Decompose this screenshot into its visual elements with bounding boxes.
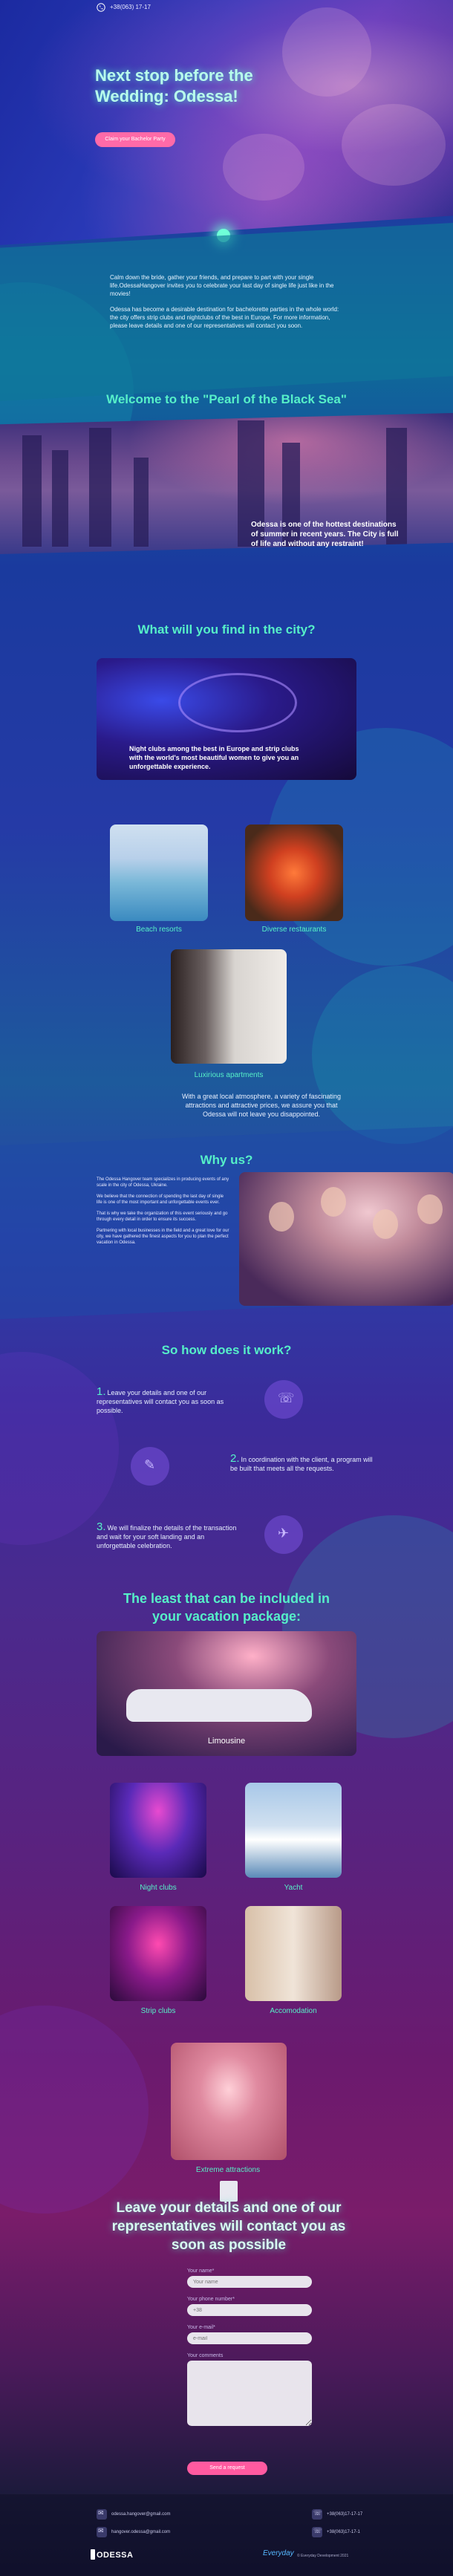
odessa-logo[interactable]: ODESSA bbox=[97, 2551, 133, 2560]
face-shape bbox=[321, 1187, 346, 1217]
why-paragraph: We believe that the connection of spendi… bbox=[97, 1194, 224, 1205]
tower-shape bbox=[89, 428, 111, 547]
send-request-button[interactable]: Send a request bbox=[187, 2462, 267, 2475]
pearl-text: Odessa is one of the hottest destination… bbox=[251, 521, 399, 548]
club-light-ring bbox=[178, 673, 297, 732]
program-icon: ✎ bbox=[131, 1447, 169, 1486]
footer-phone-2[interactable]: ☏ +38(063)17-17-1 bbox=[312, 2527, 360, 2537]
extreme-attractions-image bbox=[171, 2043, 287, 2160]
party-photo bbox=[239, 1172, 453, 1306]
accomodation-label: Accomodation bbox=[270, 2007, 317, 2015]
step-1: 1. Leave your details and one of our repr… bbox=[97, 1385, 245, 1415]
step-number: 1. bbox=[97, 1385, 106, 1398]
how-section-title: So how does it work? bbox=[161, 1343, 292, 1357]
night-clubs-image bbox=[110, 1783, 206, 1878]
extreme-attractions-label: Extreme attractions bbox=[195, 2166, 261, 2174]
header-phone[interactable]: +38(063) 17-17 bbox=[110, 4, 151, 10]
club-text: Night clubs among the best in Europe and… bbox=[129, 745, 299, 770]
hero-title: Next stop before the Wedding: Odessa! bbox=[95, 66, 253, 105]
page: +38(063) 17-17 Next stop before the Wedd… bbox=[0, 0, 453, 2576]
footer-phone-1[interactable]: ☏ +38(063)17-17-17 bbox=[312, 2509, 362, 2520]
beach-resorts-image bbox=[110, 824, 208, 921]
strip-clubs-label: Strip clubs bbox=[140, 2007, 176, 2015]
night-club-image: Night clubs among the best in Europe and… bbox=[97, 658, 356, 780]
step-text: In coordination with the client, a progr… bbox=[230, 1456, 373, 1472]
intro-text: Calm down the bride, gather your friends… bbox=[110, 273, 348, 337]
limousine-image: Limousine bbox=[97, 1631, 356, 1756]
pearl-section-title: Welcome to the "Pearl of the Black Sea" bbox=[106, 392, 347, 406]
decor-blob bbox=[0, 2006, 149, 2214]
phone-text[interactable]: +38(063)17-17-1 bbox=[327, 2530, 360, 2534]
footer-email-1[interactable]: ✉ odessa.hangover@gmail.com bbox=[97, 2509, 170, 2520]
comments-label: Your comments bbox=[187, 2353, 224, 2358]
email-text[interactable]: hangover.odessa@gmail.com bbox=[111, 2530, 170, 2534]
developer-logo[interactable]: Everyday bbox=[263, 2549, 294, 2557]
phone-text[interactable]: +38(063)17-17-17 bbox=[327, 2512, 362, 2517]
intro-paragraph: Calm down the bride, gather your friends… bbox=[110, 274, 334, 297]
face-shape bbox=[269, 1202, 294, 1232]
claim-party-button[interactable]: Claim your Bachelor Party bbox=[95, 132, 175, 147]
phone-label: Your phone number* bbox=[187, 2297, 235, 2302]
why-paragraph: Partnering with local businesses in the … bbox=[97, 1229, 229, 1245]
apartments-label: Luxirious apartments bbox=[194, 1071, 264, 1079]
atmosphere-text: With a great local atmosphere, a variety… bbox=[181, 1093, 342, 1118]
restaurants-label: Diverse restaurants bbox=[261, 926, 327, 934]
step-number: 2. bbox=[230, 1452, 240, 1465]
tower-shape bbox=[52, 450, 68, 547]
footer-email-2[interactable]: ✉ hangover.odessa@gmail.com bbox=[97, 2527, 170, 2537]
hero-section: +38(063) 17-17 Next stop before the Wedd… bbox=[0, 0, 453, 245]
name-label: Your name* bbox=[187, 2268, 215, 2274]
developer-credit: © Everyday Development 2021 bbox=[297, 2554, 349, 2558]
tower-shape bbox=[22, 435, 42, 547]
yacht-image bbox=[245, 1783, 342, 1878]
step-3: 3. We will finalize the details of the tr… bbox=[97, 1520, 245, 1550]
limo-shape bbox=[126, 1689, 312, 1722]
strip-clubs-image bbox=[110, 1906, 206, 2001]
face-shape bbox=[373, 1209, 398, 1239]
hero-crowd-shape bbox=[223, 134, 304, 201]
why-paragraph: The Odessa Hangover team specializes in … bbox=[97, 1177, 229, 1188]
email-label: Your e-mail* bbox=[187, 2325, 215, 2330]
phone-icon[interactable] bbox=[97, 3, 105, 12]
why-section-title: Why us? bbox=[200, 1153, 253, 1167]
restaurants-image bbox=[245, 824, 343, 921]
celebration-icon: ✈ bbox=[264, 1515, 303, 1554]
logo-icon bbox=[91, 2549, 95, 2560]
decor-blob bbox=[0, 1352, 119, 1545]
step-text: Leave your details and one of our repres… bbox=[97, 1389, 224, 1414]
accomodation-image bbox=[245, 1906, 342, 2001]
mail-icon: ✉ bbox=[97, 2527, 107, 2537]
yacht-label: Yacht bbox=[284, 1884, 303, 1892]
why-text: The Odessa Hangover team specializes in … bbox=[97, 1177, 230, 1251]
footer bbox=[0, 2494, 453, 2576]
hero-crowd-shape bbox=[342, 104, 446, 186]
comments-input[interactable] bbox=[187, 2361, 312, 2426]
find-section-title: What will you find in the city? bbox=[137, 622, 316, 637]
night-clubs-label: Night clubs bbox=[140, 1884, 177, 1892]
form-title: Leave your details and one of our repres… bbox=[111, 2200, 346, 2253]
apartments-image bbox=[171, 949, 287, 1064]
name-input[interactable] bbox=[187, 2276, 312, 2288]
tower-shape bbox=[134, 458, 149, 547]
mail-icon: ✉ bbox=[97, 2509, 107, 2520]
phone-icon: ☏ bbox=[312, 2527, 322, 2537]
email-text[interactable]: odessa.hangover@gmail.com bbox=[111, 2512, 170, 2517]
contact-icon: ☏ bbox=[264, 1380, 303, 1419]
phone-icon: ☏ bbox=[312, 2509, 322, 2520]
step-text: We will finalize the details of the tran… bbox=[97, 1524, 237, 1549]
why-paragraph: That is why we take the organization of … bbox=[97, 1211, 228, 1222]
email-input[interactable] bbox=[187, 2332, 312, 2344]
beach-resorts-label: Beach resorts bbox=[136, 926, 182, 934]
package-section-title: The least that can be included in your v… bbox=[123, 1591, 330, 1624]
face-shape bbox=[417, 1194, 443, 1224]
top-bar: +38(063) 17-17 bbox=[0, 0, 453, 18]
step-number: 3. bbox=[97, 1520, 106, 1533]
phone-input[interactable] bbox=[187, 2304, 312, 2316]
step-2: 2. In coordination with the client, a pro… bbox=[230, 1452, 379, 1473]
limousine-label: Limousine bbox=[207, 1737, 246, 1746]
intro-paragraph: Odessa has become a desirable destinatio… bbox=[110, 306, 339, 329]
